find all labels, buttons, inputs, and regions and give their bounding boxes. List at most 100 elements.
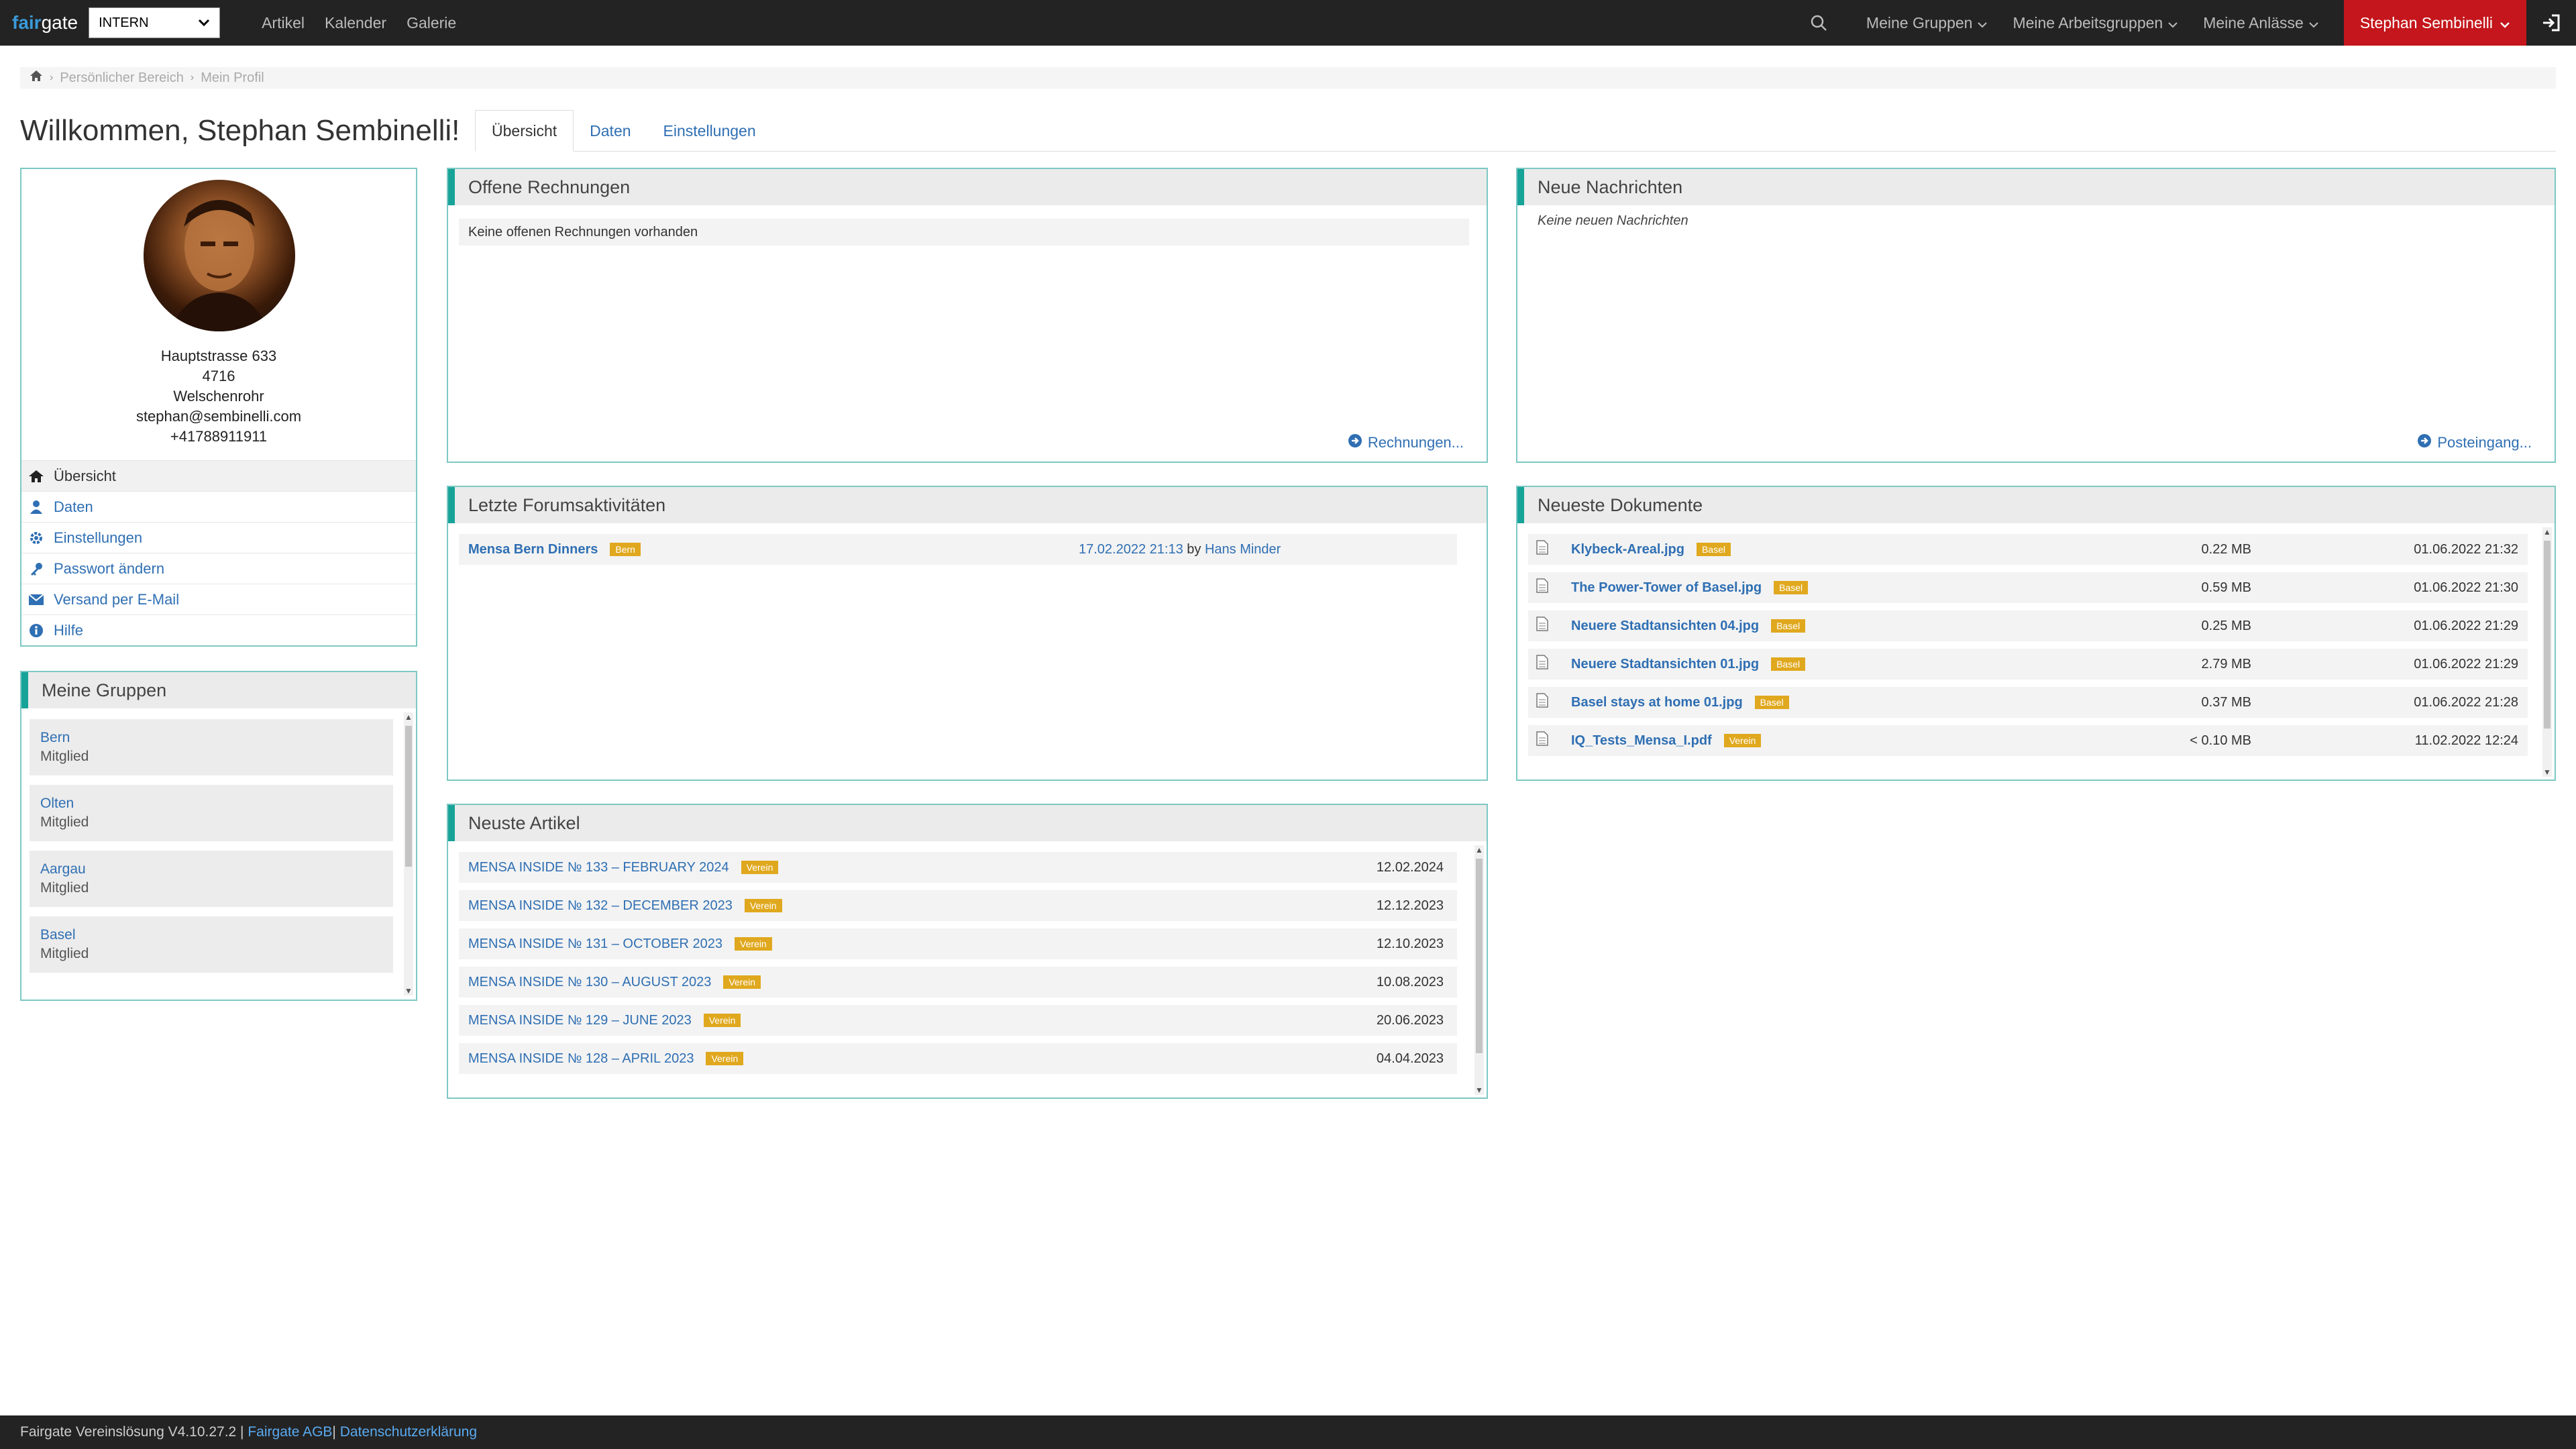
document-link[interactable]: IQ_Tests_Mensa_I.pdf <box>1571 733 1712 749</box>
document-link[interactable]: Basel stays at home 01.jpg <box>1571 695 1743 710</box>
group-badge: Basel <box>1771 619 1806 633</box>
scrollbar-thumb[interactable] <box>2544 541 2551 729</box>
breadcrumb-item[interactable]: Persönlicher Bereich <box>60 70 184 86</box>
group-badge: Basel <box>1774 581 1809 594</box>
invoices-link[interactable]: Rechnungen... <box>1348 433 1464 452</box>
document-link[interactable]: Klybeck-Areal.jpg <box>1571 542 1684 557</box>
address-city: Welschenrohr <box>173 388 264 405</box>
document-size: < 0.10 MB <box>2190 733 2251 748</box>
group-item[interactable]: Olten Mitglied <box>30 785 393 841</box>
nav-dropdown-meine-arbeitsgruppen[interactable]: Meine Arbeitsgruppen <box>2012 14 2178 32</box>
document-row[interactable]: Basel stays at home 01.jpg Basel 0.37 MB… <box>1528 687 2528 718</box>
article-link[interactable]: MENSA INSIDE № 129 – JUNE 2023 <box>468 1013 692 1028</box>
article-row[interactable]: MENSA INSIDE № 131 – OCTOBER 2023 Verein… <box>459 928 1457 959</box>
nav-link-artikel[interactable]: Artikel <box>262 14 305 32</box>
group-badge: Verein <box>703 1014 741 1027</box>
profile-menu-hilfe[interactable]: Hilfe <box>21 614 416 645</box>
nav-dropdown-meine-anlaesse[interactable]: Meine Anlässe <box>2203 14 2318 32</box>
scroll-down-icon[interactable]: ▼ <box>404 986 413 996</box>
inbox-link[interactable]: Posteingang... <box>2417 433 2532 452</box>
scroll-down-icon[interactable]: ▼ <box>2542 767 2552 777</box>
footer-agb-link[interactable]: Fairgate AGB <box>248 1424 332 1440</box>
arrow-circle-right-icon <box>1348 433 1362 452</box>
forum-author[interactable]: Hans Minder <box>1205 542 1281 557</box>
document-link[interactable]: Neuere Stadtansichten 01.jpg <box>1571 657 1759 672</box>
documents-scrollbar[interactable]: ▲ ▼ <box>2542 527 2552 777</box>
article-date: 12.12.2023 <box>1376 898 1444 913</box>
messages-panel: Neue Nachrichten Keine neuen Nachrichten… <box>1516 168 2556 463</box>
panel-title: Letzte Forumsaktivitäten <box>448 487 1487 523</box>
document-date: 11.02.2022 12:24 <box>2414 733 2518 748</box>
group-item[interactable]: Bern Mitglied <box>30 719 393 775</box>
article-link[interactable]: MENSA INSIDE № 130 – AUGUST 2023 <box>468 975 711 990</box>
group-badge: Verein <box>744 899 782 912</box>
chevron-down-icon <box>2168 14 2178 32</box>
chevron-down-icon <box>2309 14 2318 32</box>
club-select[interactable]: INTERN <box>89 7 221 38</box>
group-name[interactable]: Basel <box>40 926 382 945</box>
user-menu[interactable]: Stephan Sembinelli <box>2343 0 2526 46</box>
article-row[interactable]: MENSA INSIDE № 128 – APRIL 2023 Verein 0… <box>459 1043 1457 1074</box>
forum-row[interactable]: Mensa Bern Dinners Bern 17.02.2022 21:13… <box>459 534 1457 565</box>
invoices-panel: Offene Rechnungen Keine offenen Rechnung… <box>447 168 1488 463</box>
article-link[interactable]: MENSA INSIDE № 132 – DECEMBER 2023 <box>468 898 733 914</box>
group-item[interactable]: Basel Mitglied <box>30 916 393 973</box>
nav-link-galerie[interactable]: Galerie <box>407 14 456 32</box>
group-name[interactable]: Bern <box>40 729 382 747</box>
profile-menu-passwort[interactable]: Passwort ändern <box>21 553 416 584</box>
top-navbar: fair gate INTERN Artikel Kalender Galerie… <box>0 0 2576 46</box>
scroll-up-icon[interactable]: ▲ <box>404 712 413 722</box>
tabs-divider <box>475 151 2556 152</box>
articles-scrollbar[interactable]: ▲ ▼ <box>1474 845 1484 1095</box>
article-row[interactable]: MENSA INSIDE № 130 – AUGUST 2023 Verein … <box>459 967 1457 998</box>
group-name[interactable]: Olten <box>40 794 382 813</box>
tab-daten[interactable]: Daten <box>574 110 647 152</box>
article-row[interactable]: MENSA INSIDE № 132 – DECEMBER 2023 Verei… <box>459 890 1457 921</box>
tab-uebersicht[interactable]: Übersicht <box>475 110 574 152</box>
document-link[interactable]: The Power-Tower of Basel.jpg <box>1571 580 1762 596</box>
group-role: Mitglied <box>40 814 89 830</box>
file-icon <box>1536 540 1571 559</box>
article-row[interactable]: MENSA INSIDE № 133 – FEBRUARY 2024 Verei… <box>459 852 1457 883</box>
profile-menu-versand[interactable]: Versand per E-Mail <box>21 584 416 614</box>
group-badge: Verein <box>735 937 772 951</box>
nav-link-kalender[interactable]: Kalender <box>325 14 386 32</box>
article-link[interactable]: MENSA INSIDE № 131 – OCTOBER 2023 <box>468 936 722 952</box>
contact-info: Hauptstrasse 633 4716 Welschenrohr steph… <box>21 346 416 447</box>
footer-privacy-link[interactable]: Datenschutzerklärung <box>340 1424 477 1440</box>
tab-einstellungen[interactable]: Einstellungen <box>647 110 772 152</box>
scroll-down-icon[interactable]: ▼ <box>1474 1085 1484 1095</box>
address-zip: 4716 <box>202 368 235 384</box>
scrollbar-thumb[interactable] <box>1476 859 1483 1053</box>
document-row[interactable]: IQ_Tests_Mensa_I.pdf Verein < 0.10 MB 11… <box>1528 725 2528 756</box>
group-item[interactable]: Aargau Mitglied <box>30 851 393 907</box>
profile-card: Hauptstrasse 633 4716 Welschenrohr steph… <box>20 168 417 647</box>
scroll-up-icon[interactable]: ▲ <box>1474 845 1484 855</box>
chevron-right-icon: › <box>190 72 195 83</box>
panel-title: Neueste Dokumente <box>1517 487 2555 523</box>
article-link[interactable]: MENSA INSIDE № 128 – APRIL 2023 <box>468 1051 694 1067</box>
logout-icon[interactable] <box>2526 0 2576 46</box>
article-link[interactable]: MENSA INSIDE № 133 – FEBRUARY 2024 <box>468 860 729 875</box>
groups-scrollbar[interactable]: ▲ ▼ <box>404 712 413 996</box>
article-row[interactable]: MENSA INSIDE № 129 – JUNE 2023 Verein 20… <box>459 1005 1457 1036</box>
forum-topic-link[interactable]: Mensa Bern Dinners <box>468 542 598 557</box>
forum-date[interactable]: 17.02.2022 21:13 <box>1079 542 1183 557</box>
document-row[interactable]: Klybeck-Areal.jpg Basel 0.22 MB 01.06.20… <box>1528 534 2528 565</box>
document-row[interactable]: The Power-Tower of Basel.jpg Basel 0.59 … <box>1528 572 2528 603</box>
search-icon[interactable] <box>1810 14 1837 32</box>
document-date: 01.06.2022 21:29 <box>2414 656 2518 672</box>
profile-menu-daten[interactable]: Daten <box>21 491 416 522</box>
home-icon[interactable] <box>30 70 43 86</box>
group-name[interactable]: Aargau <box>40 860 382 879</box>
scroll-up-icon[interactable]: ▲ <box>2542 527 2552 537</box>
document-row[interactable]: Neuere Stadtansichten 04.jpg Basel 0.25 … <box>1528 610 2528 641</box>
arrow-circle-right-icon <box>2417 433 2432 452</box>
profile-menu-uebersicht[interactable]: Übersicht <box>21 460 416 491</box>
scrollbar-thumb[interactable] <box>405 726 412 867</box>
document-link[interactable]: Neuere Stadtansichten 04.jpg <box>1571 619 1759 634</box>
nav-dropdown-meine-gruppen[interactable]: Meine Gruppen <box>1866 14 1988 32</box>
fairgate-logo[interactable]: fair gate <box>12 12 78 34</box>
profile-menu-einstellungen[interactable]: Einstellungen <box>21 522 416 553</box>
document-row[interactable]: Neuere Stadtansichten 01.jpg Basel 2.79 … <box>1528 649 2528 680</box>
